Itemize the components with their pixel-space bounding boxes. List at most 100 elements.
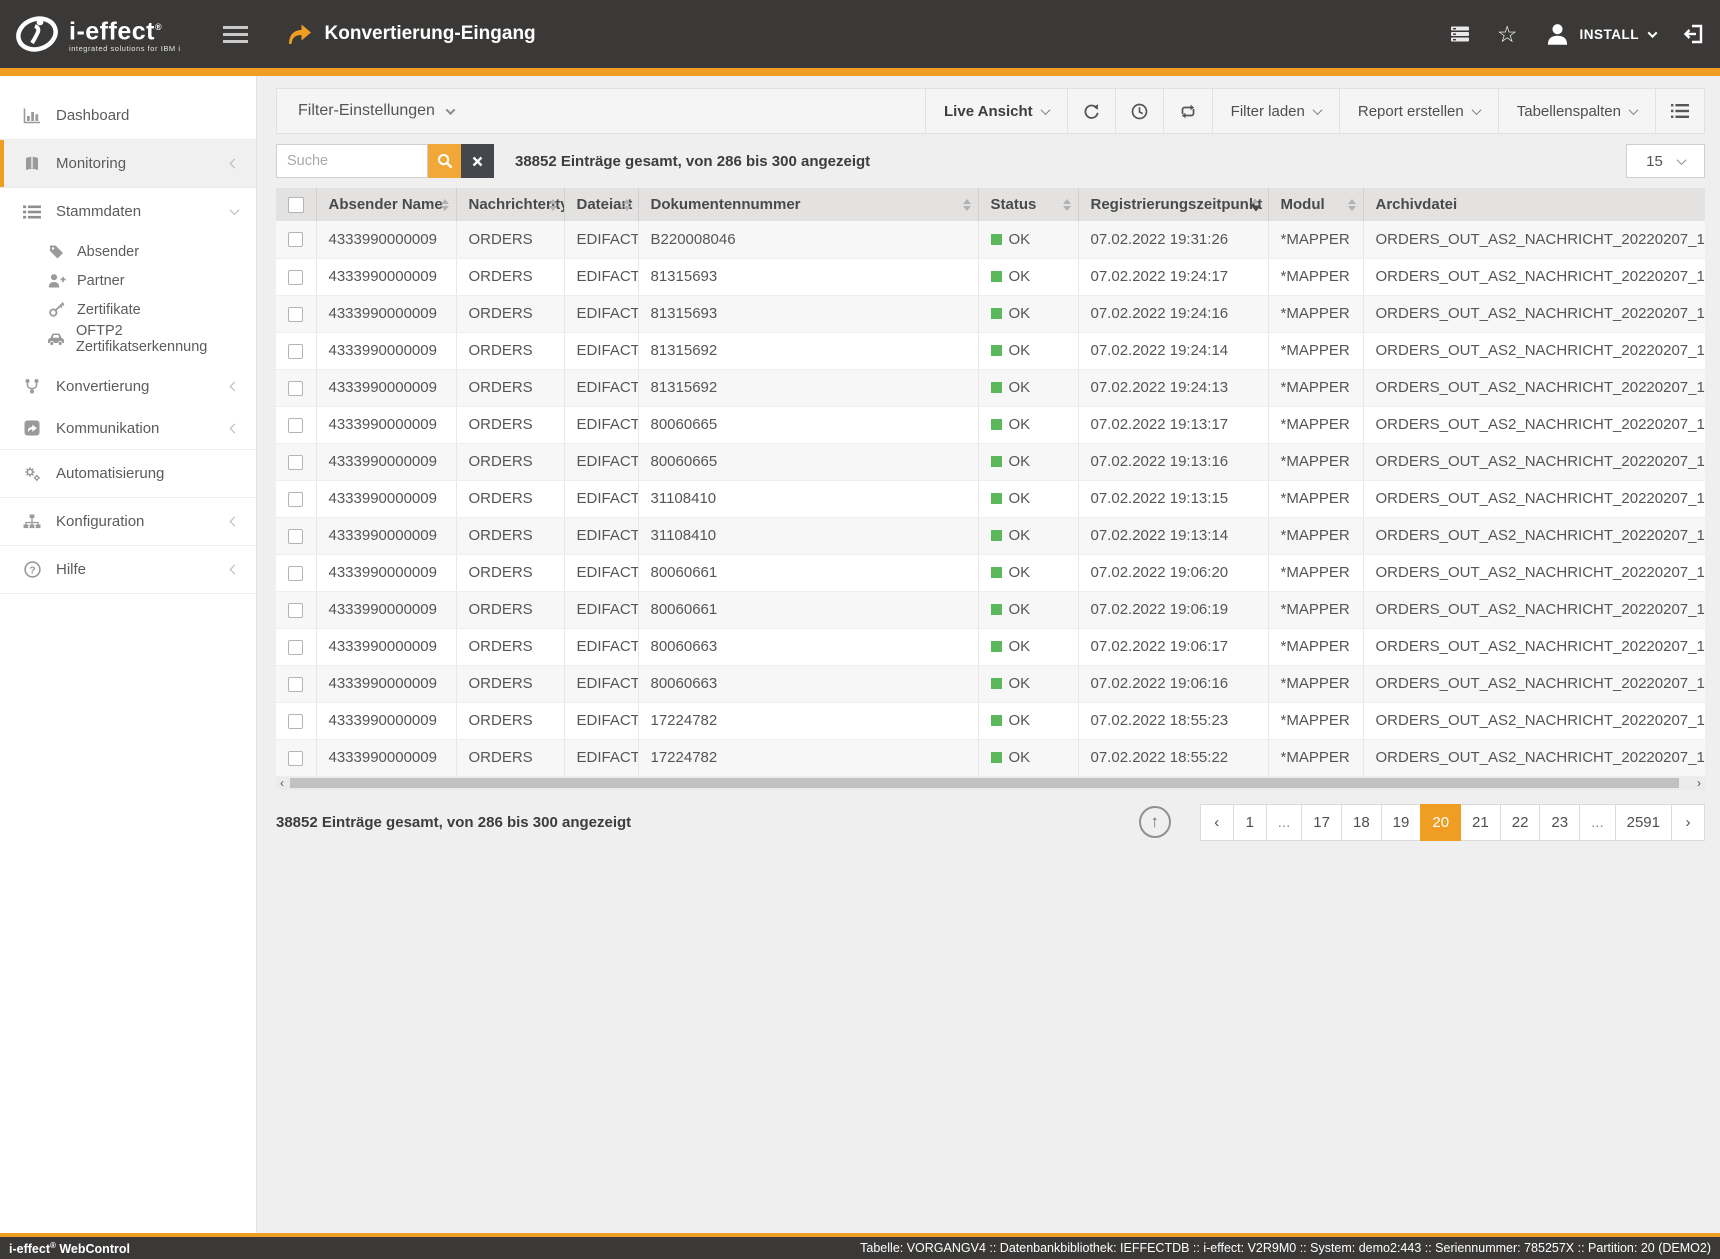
table-horizontal-scrollbar[interactable]: ‹ › [276, 777, 1705, 790]
page-button[interactable]: 23 [1539, 804, 1580, 841]
sidebar-item-stammdaten[interactable]: Stammdaten [0, 188, 256, 235]
page-button[interactable]: 22 [1500, 804, 1541, 841]
sidebar-item-zertifikate[interactable]: Zertifikate [0, 295, 256, 324]
col-header-registrierungszeitpunkt[interactable]: Registrierungszeitpunkt [1078, 188, 1268, 221]
page-button[interactable]: ‹ [1200, 804, 1234, 841]
clear-search-button[interactable] [461, 144, 494, 178]
menu-icon[interactable] [223, 26, 248, 43]
list-view-button[interactable] [1655, 89, 1704, 133]
row-checkbox[interactable] [288, 418, 303, 433]
cell-docnum: 31108410 [638, 517, 978, 554]
table-row[interactable]: 4333990000009 ORDERS EDIFACT 17224782 OK… [276, 702, 1705, 739]
sidebar-item-hilfe[interactable]: ? Hilfe [0, 546, 256, 593]
row-checkbox[interactable] [288, 714, 303, 729]
row-checkbox[interactable] [288, 344, 303, 359]
table-row[interactable]: 4333990000009 ORDERS EDIFACT 80060663 OK… [276, 665, 1705, 702]
scroll-left-icon[interactable]: ‹ [280, 778, 284, 788]
col-header-absender-name[interactable]: Absender Name [316, 188, 456, 221]
table-row[interactable]: 4333990000009 ORDERS EDIFACT 31108410 OK… [276, 517, 1705, 554]
page-button[interactable]: 17 [1301, 804, 1342, 841]
page-button[interactable]: 18 [1341, 804, 1382, 841]
row-checkbox[interactable] [288, 381, 303, 396]
app-logo[interactable]: i-effect® integrated solutions for IBM i [14, 12, 181, 56]
server-icon[interactable] [1450, 25, 1470, 43]
row-checkbox[interactable] [288, 232, 303, 247]
table-row[interactable]: 4333990000009 ORDERS EDIFACT 80060661 OK… [276, 591, 1705, 628]
table-row[interactable]: 4333990000009 ORDERS EDIFACT 81315693 OK… [276, 258, 1705, 295]
table-row[interactable]: 4333990000009 ORDERS EDIFACT 80060665 OK… [276, 406, 1705, 443]
sidebar-item-monitoring[interactable]: Monitoring [0, 140, 256, 187]
page-button[interactable]: › [1671, 804, 1705, 841]
sidebar-item-dashboard[interactable]: Dashboard [0, 92, 256, 139]
cell-module: *MAPPER [1268, 517, 1363, 554]
live-view-dropdown[interactable]: Live Ansicht [925, 89, 1067, 133]
row-checkbox[interactable] [288, 566, 303, 581]
chevron-down-icon [230, 205, 240, 215]
cell-sender: 4333990000009 [316, 628, 456, 665]
sidebar-item-kommunikation[interactable]: Kommunikation [0, 407, 256, 449]
create-report-dropdown[interactable]: Report erstellen [1339, 89, 1498, 133]
row-checkbox[interactable] [288, 640, 303, 655]
sidebar-item-partner[interactable]: Partner [0, 266, 256, 295]
user-menu[interactable]: INSTALL [1545, 22, 1657, 46]
col-header-dokumentennummer[interactable]: Dokumentennummer [638, 188, 978, 221]
row-checkbox[interactable] [288, 529, 303, 544]
row-checkbox[interactable] [288, 677, 303, 692]
search-button[interactable] [428, 144, 461, 178]
search-input[interactable] [276, 144, 428, 178]
repeat-button[interactable] [1163, 89, 1212, 133]
load-filter-dropdown[interactable]: Filter laden [1212, 89, 1339, 133]
row-checkbox[interactable] [288, 751, 303, 766]
col-header-dateiart[interactable]: Dateiart [564, 188, 638, 221]
scroll-to-top-button[interactable]: ↑ [1139, 806, 1171, 838]
cell-archive: ORDERS_OUT_AS2_NACHRICHT_20220207_1906 [1363, 554, 1705, 591]
page-button[interactable]: 1 [1233, 804, 1267, 841]
cell-type: ORDERS [456, 332, 564, 369]
cell-module: *MAPPER [1268, 221, 1363, 258]
page-button[interactable]: 20 [1420, 804, 1461, 841]
table-row[interactable]: 4333990000009 ORDERS EDIFACT 80060665 OK… [276, 443, 1705, 480]
col-header-archivdatei[interactable]: Archivdatei [1363, 188, 1705, 221]
table-columns-dropdown[interactable]: Tabellenspalten [1498, 89, 1655, 133]
select-all-checkbox[interactable] [288, 197, 304, 213]
cell-sender: 4333990000009 [316, 221, 456, 258]
table-row[interactable]: 4333990000009 ORDERS EDIFACT 81315692 OK… [276, 369, 1705, 406]
star-icon[interactable]: ☆ [1497, 24, 1518, 44]
refresh-icon [1083, 103, 1100, 120]
filter-settings-dropdown[interactable]: Filter-Einstellungen [277, 89, 475, 133]
page-button[interactable]: 2591 [1615, 804, 1672, 841]
sidebar-item-absender[interactable]: Absender [0, 237, 256, 266]
row-checkbox[interactable] [288, 307, 303, 322]
sidebar-item-konvertierung[interactable]: Konvertierung [0, 365, 256, 407]
row-checkbox[interactable] [288, 455, 303, 470]
scroll-right-icon[interactable]: › [1697, 778, 1701, 788]
cell-module: *MAPPER [1268, 295, 1363, 332]
sidebar-item-konfiguration[interactable]: Konfiguration [0, 498, 256, 545]
row-checkbox[interactable] [288, 603, 303, 618]
table-row[interactable]: 4333990000009 ORDERS EDIFACT 80060661 OK… [276, 554, 1705, 591]
table-row[interactable]: 4333990000009 ORDERS EDIFACT B220008046 … [276, 221, 1705, 258]
logout-icon[interactable] [1683, 24, 1704, 44]
table-row[interactable]: 4333990000009 ORDERS EDIFACT 80060663 OK… [276, 628, 1705, 665]
page-button[interactable]: 19 [1381, 804, 1422, 841]
row-checkbox[interactable] [288, 492, 303, 507]
sidebar-item-oftp2-zertifikatserkennung[interactable]: OFTP2 Zertifikatserkennung [0, 324, 256, 353]
scrollbar-thumb[interactable] [290, 778, 1679, 788]
cell-filetype: EDIFACT [564, 480, 638, 517]
col-header-status[interactable]: Status [978, 188, 1078, 221]
page-button[interactable]: 21 [1460, 804, 1501, 841]
table-row[interactable]: 4333990000009 ORDERS EDIFACT 81315692 OK… [276, 332, 1705, 369]
schedule-button[interactable] [1115, 89, 1163, 133]
table-row[interactable]: 4333990000009 ORDERS EDIFACT 81315693 OK… [276, 295, 1705, 332]
table-row[interactable]: 4333990000009 ORDERS EDIFACT 17224782 OK… [276, 739, 1705, 776]
page-size-select[interactable]: 15 [1626, 144, 1705, 178]
status-green-square [991, 567, 1002, 578]
refresh-button[interactable] [1067, 89, 1115, 133]
cell-sender: 4333990000009 [316, 369, 456, 406]
cell-timestamp: 07.02.2022 19:24:17 [1078, 258, 1268, 295]
col-header-nachrichtentyp[interactable]: Nachrichtentyp [456, 188, 564, 221]
sidebar-item-automatisierung[interactable]: Automatisierung [0, 450, 256, 497]
table-row[interactable]: 4333990000009 ORDERS EDIFACT 31108410 OK… [276, 480, 1705, 517]
row-checkbox[interactable] [288, 270, 303, 285]
col-header-modul[interactable]: Modul [1268, 188, 1363, 221]
